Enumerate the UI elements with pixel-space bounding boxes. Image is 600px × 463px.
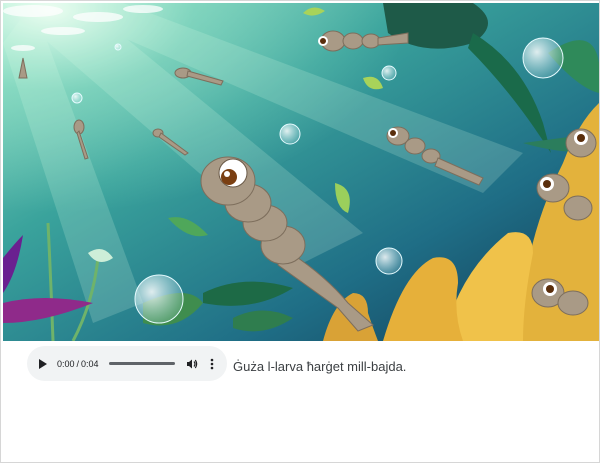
caption-text: Ġuża l-larva ħarġet mill-bajda. [233,359,407,374]
lesson-card: 0:00/0:04 Ġuża l-larva ħarġet mill-bajda… [0,0,600,463]
more-vertical-icon[interactable] [205,356,219,372]
current-time: 0:00 [57,358,75,369]
time-separator: / [76,358,80,369]
audio-player[interactable]: 0:00/0:04 [27,346,227,381]
duration: 0:04 [81,358,99,369]
progress-bar[interactable] [108,362,175,365]
underwater-illustration [3,3,599,341]
audio-time: 0:00/0:04 [57,359,99,369]
volume-icon[interactable] [185,356,199,372]
play-icon[interactable] [35,356,51,372]
